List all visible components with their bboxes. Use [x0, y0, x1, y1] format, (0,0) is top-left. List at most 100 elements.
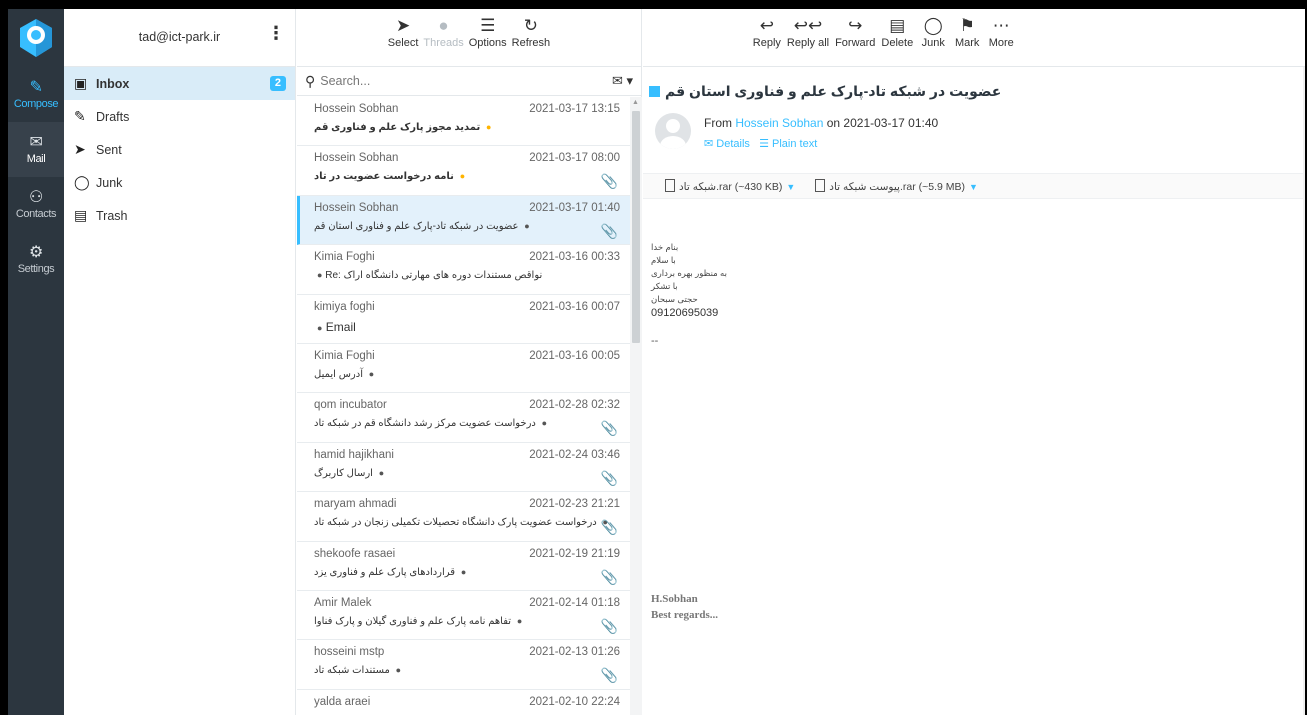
- message-date: 2021-02-24 03:46: [529, 448, 620, 461]
- message-date: 2021-03-16 00:33: [529, 251, 620, 264]
- status-dot-icon[interactable]: ●: [369, 369, 374, 379]
- message-date: 2021-03-16 00:05: [529, 349, 620, 362]
- junk-button[interactable]: ◯ Junk: [919, 15, 947, 66]
- message-subject: ● Re: نواقص مستندات دوره های مهارتی دانش…: [314, 270, 622, 281]
- nav-settings[interactable]: ⚙ Settings: [8, 232, 64, 287]
- status-dot-icon[interactable]: ●: [542, 418, 547, 428]
- message-row[interactable]: yalda araei2021-02-10 22:24● 📎: [297, 690, 630, 715]
- account-header: tad@ict-park.ir ⋮: [64, 9, 295, 67]
- message-date: 2021-02-28 02:32: [529, 399, 620, 412]
- webmail-app: ✎ Compose ✉ Mail ⚇ Contacts ⚙ Settings t…: [8, 9, 1305, 715]
- paperclip-icon: 📎: [600, 617, 618, 634]
- message-row[interactable]: Hossein Sobhan 2021-03-17 13:15 ● تمدید مج…: [297, 97, 630, 147]
- folder-junk[interactable]: ◯ Junk: [64, 166, 295, 199]
- scrollbar-thumb[interactable]: [632, 111, 640, 343]
- status-dot-icon[interactable]: ●: [396, 665, 401, 675]
- folder-drafts[interactable]: ✎ Drafts: [64, 100, 295, 133]
- reply-all-button[interactable]: ↩↩ Reply all: [787, 15, 829, 66]
- app-logo[interactable]: [8, 9, 64, 67]
- refresh-icon: ↻: [523, 16, 539, 35]
- message-subject: ● ارسال کاربرگ: [314, 468, 622, 479]
- sender-link[interactable]: Hossein Sobhan: [735, 116, 823, 130]
- reply-button[interactable]: ↩ Reply: [753, 15, 781, 66]
- signature-separator: --: [651, 335, 659, 347]
- message-row[interactable]: kimiya foghi 2021-03-16 00:07 ● Email: [297, 295, 630, 344]
- select-button[interactable]: ➤ Select: [388, 15, 419, 66]
- options-button[interactable]: ☰ Options: [469, 15, 507, 66]
- message-row[interactable]: Hossein Sobhan 2021-03-17 01:40 ● عضویت در…: [297, 195, 630, 246]
- plain-text-link[interactable]: ☰ Plain text: [759, 138, 817, 150]
- message-subject-text: مستندات شبکه تاد: [314, 665, 390, 677]
- message-subject: ● درخواست عضویت مرکز رشد دانشگاه قم در ش…: [314, 418, 622, 429]
- status-dot-icon[interactable]: ●: [379, 468, 384, 478]
- status-dot-icon[interactable]: ●: [461, 567, 466, 577]
- mark-button[interactable]: ⚑ Mark: [953, 15, 981, 66]
- nav-contacts[interactable]: ⚇ Contacts: [8, 177, 64, 232]
- scroll-up-icon[interactable]: ▲: [632, 99, 639, 106]
- preview-scrollbar[interactable]: [1303, 67, 1305, 715]
- folder-panel: tad@ict-park.ir ⋮ ▣ Inbox 2 ✎ Drafts ➤ S…: [64, 9, 296, 715]
- message-row[interactable]: hamid hajikhani 2021-02-24 03:46 ● ارسال ک…: [297, 443, 630, 493]
- chevron-down-icon[interactable]: ▼: [786, 182, 795, 192]
- reply-icon: ↩: [759, 16, 774, 35]
- message-list-scrollbar[interactable]: ▲: [630, 97, 642, 715]
- status-dot-icon[interactable]: ●: [317, 323, 322, 333]
- envelope-icon: ✉: [29, 134, 43, 151]
- attachment-name: پیوست شبکه تاد.rar: [829, 181, 916, 193]
- trash-icon: ▤: [889, 16, 906, 35]
- search-input[interactable]: Search...: [320, 74, 370, 88]
- forward-button[interactable]: ↪ Forward: [835, 15, 875, 66]
- message-date: 2021-02-19 21:19: [529, 547, 620, 560]
- status-dot-icon[interactable]: ●: [524, 221, 529, 231]
- delete-button[interactable]: ▤ Delete: [881, 15, 913, 66]
- status-dot-icon[interactable]: ●: [517, 616, 522, 626]
- options-icon: ☰: [480, 16, 496, 35]
- details-link[interactable]: ✉ Details: [704, 138, 750, 150]
- message-row[interactable]: qom incubator 2021-02-28 02:32 ● درخواست ع…: [297, 393, 630, 443]
- status-dot-icon[interactable]: ●: [486, 122, 491, 132]
- more-button[interactable]: ⋯ More: [987, 15, 1015, 66]
- paperclip-icon: 📎: [600, 568, 618, 585]
- message-subject-text: درخواست عضویت مرکز رشد دانشگاه قم در شبک…: [314, 418, 536, 430]
- refresh-label: Refresh: [511, 37, 551, 49]
- message-row[interactable]: Kimia Foghi 2021-03-16 00:33 ● Re: نواقص م…: [297, 245, 630, 295]
- message-subject-text: تفاهم نامه پارک علم و فناوری گیلان و پار…: [314, 615, 512, 627]
- message-subject-text: نامه درخواست عضویت در تاد: [314, 171, 454, 183]
- message-row[interactable]: hosseini mstp 2021-02-13 01:26 ● مستندات ش…: [297, 640, 630, 690]
- paperclip-icon: 📎: [600, 173, 618, 190]
- options-label: Options: [468, 37, 507, 49]
- refresh-button[interactable]: ↻ Refresh: [512, 15, 551, 66]
- nav-mail[interactable]: ✉ Mail: [8, 122, 64, 177]
- attachment-size: (~5.9 MB): [918, 181, 965, 193]
- message-header-links: ✉ Details ☰ Plain text: [704, 137, 817, 150]
- message-subject: ● تمدید مجوز پارک علم و فناوری قم: [314, 122, 622, 133]
- message-row[interactable]: shekoofe rasaei 2021-02-19 21:19 ● قرارداد…: [297, 542, 630, 591]
- attachment-item[interactable]: شبکه تاد.rar (~430 KB) ▼: [665, 179, 795, 193]
- from-prefix: From: [704, 116, 732, 130]
- message-body: بنام خدا با سلام به منظور بهره برداری با…: [651, 241, 727, 348]
- message-row[interactable]: maryam ahmadi 2021-02-23 21:21 ● درخواست ع…: [297, 492, 630, 542]
- message-row[interactable]: Amir Malek 2021-02-14 01:18 ● تفاهم نامه پ…: [297, 591, 630, 641]
- threads-icon: ●: [438, 16, 449, 35]
- search-options-icon[interactable]: ✉ ▾: [612, 73, 633, 89]
- message-row[interactable]: Kimia Foghi 2021-03-16 00:05 ● آدرس ایمیل: [297, 344, 630, 394]
- nav-compose[interactable]: ✎ Compose: [8, 67, 64, 122]
- search-bar[interactable]: ⚲ Search... ✉ ▾: [297, 67, 641, 96]
- message-subject: ● درخواست عضویت پارک دانشگاه تحصیلات تکم…: [314, 517, 622, 528]
- folder-sent[interactable]: ➤ Sent: [64, 133, 295, 166]
- status-dot-icon[interactable]: ●: [317, 270, 322, 280]
- open-external-icon[interactable]: [649, 86, 660, 97]
- status-dot-icon[interactable]: ●: [460, 171, 465, 181]
- folder-trash[interactable]: ▤ Trash: [64, 199, 295, 232]
- message-row[interactable]: Hossein Sobhan 2021-03-17 08:00 ● نامه درخ…: [297, 146, 630, 196]
- chevron-down-icon[interactable]: ▼: [969, 182, 978, 192]
- folder-inbox[interactable]: ▣ Inbox 2: [64, 67, 295, 100]
- list-toolbar: ➤ Select ● Threads ☰ Options ↻ Refresh: [297, 9, 641, 67]
- nav-mail-label: Mail: [26, 153, 46, 165]
- attachment-item[interactable]: پیوست شبکه تاد.rar (~5.9 MB) ▼: [815, 179, 978, 193]
- signature-name: H.Sobhan: [651, 593, 698, 605]
- inbox-icon: ▣: [74, 75, 88, 91]
- threads-button[interactable]: ● Threads: [423, 15, 463, 66]
- folder-menu-icon[interactable]: ⋮: [267, 23, 285, 43]
- account-email: tad@ict-park.ir: [138, 30, 221, 44]
